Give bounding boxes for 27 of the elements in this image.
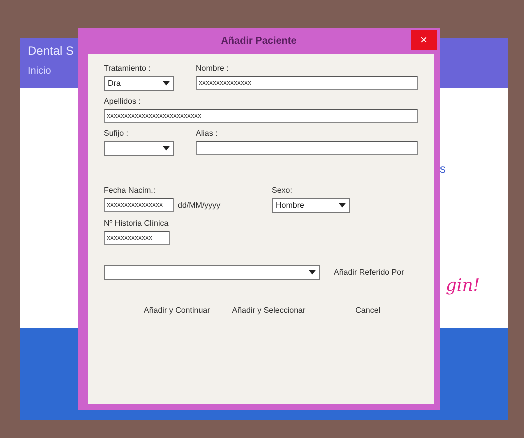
field-label: Sufijo : [104,129,128,138]
field-label: Apellidos : [104,97,141,106]
caret-icon [309,270,316,275]
dialog-button[interactable]: Añadir y Continuar [142,304,212,317]
text-fragment: s [440,162,446,176]
caret-icon [163,146,170,151]
banner-text: gin! [445,276,482,296]
caret-icon [339,203,346,208]
field-label: Tratamiento : [104,64,151,73]
dropdown[interactable] [104,141,174,156]
field-label: Alias : [196,129,218,138]
close-button[interactable]: × [411,30,437,50]
dialog-button[interactable]: Cancel [354,304,383,317]
dropdown[interactable]: Dra [104,76,174,91]
field-label: Nombre : [196,64,229,73]
field-label: Fecha Nacim.: [104,186,156,195]
input-field[interactable] [196,141,418,155]
dialog-title: Añadir Paciente [221,36,297,46]
dialog-button[interactable]: Añadir y Seleccionar [230,304,308,317]
field-label: Sexo: [272,186,292,195]
field-label: Nº Historia Clínica [104,219,169,228]
dropdown[interactable]: Hombre [272,198,350,213]
field-label: Añadir Referido Por [334,268,404,277]
format-hint: dd/MM/yyyy [178,200,221,210]
dropdown[interactable] [104,265,320,280]
caret-icon [163,81,170,86]
app-title: Dental S [28,44,74,58]
